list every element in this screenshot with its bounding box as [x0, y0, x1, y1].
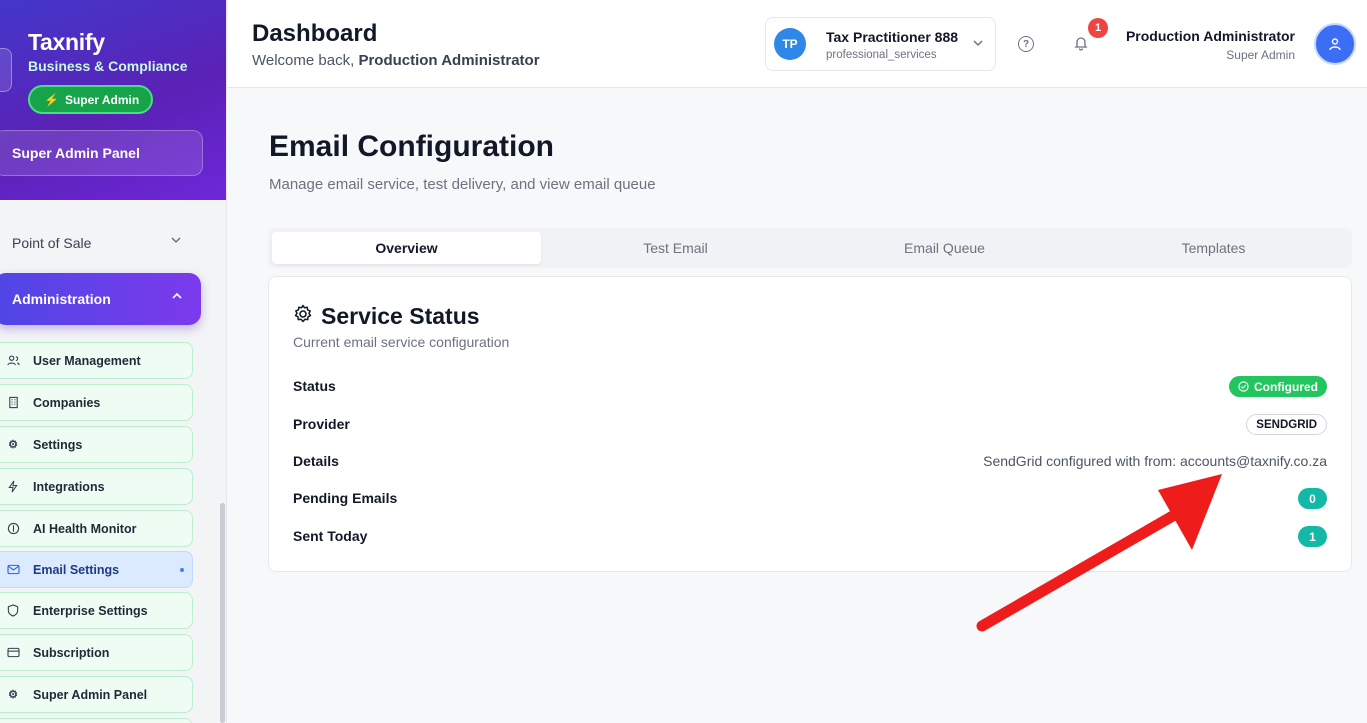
details-label: Details: [293, 453, 339, 469]
sidebar-item-label: Integrations: [33, 479, 105, 494]
provider-value: SENDGRID: [1246, 414, 1327, 435]
user-avatar[interactable]: [1314, 23, 1356, 65]
bell-icon[interactable]: [1073, 35, 1091, 53]
pending-emails-value: 0: [1298, 488, 1327, 509]
sidebar-item-label: Companies: [33, 395, 101, 410]
sidebar-item-integrations[interactable]: Integrations: [0, 468, 193, 505]
page-subtitle: Manage email service, test delivery, and…: [269, 176, 656, 193]
welcome-prefix: Welcome back,: [252, 52, 355, 69]
org-name: Tax Practitioner 888: [826, 29, 959, 45]
sidebar-item-enterprise-settings[interactable]: Enterprise Settings: [0, 592, 193, 629]
provider-badge: SENDGRID: [1246, 414, 1327, 435]
active-indicator: [180, 568, 184, 572]
gear-icon: [293, 303, 313, 330]
org-type: professional_services: [826, 49, 937, 61]
welcome-message: Welcome back, Production Administrator: [252, 52, 540, 69]
super-admin-panel-button[interactable]: Super Admin Panel: [0, 130, 203, 176]
bolt-icon: [5, 479, 21, 495]
sidebar-item-settings[interactable]: ⚙ Settings: [0, 426, 193, 463]
sidebar-item-label: AI Health Monitor: [33, 521, 137, 536]
sidebar-scrollbar[interactable]: [218, 200, 226, 723]
sidebar-item-user-management[interactable]: User Management: [0, 342, 193, 379]
sidebar-brand-area: Taxnify Business & Compliance ⚡ Super Ad…: [0, 0, 226, 200]
chevron-down-icon: [972, 37, 984, 52]
sent-today-value: 1: [1298, 526, 1327, 547]
tab-test-email[interactable]: Test Email: [541, 232, 810, 264]
sidebar-group-label: Administration: [12, 291, 111, 307]
user-icon: [1329, 38, 1341, 51]
organization-switcher[interactable]: TP Tax Practitioner 888 professional_ser…: [765, 17, 996, 71]
notification-count-badge: 1: [1088, 18, 1108, 38]
gear-icon: ⚙: [8, 689, 18, 701]
welcome-user-name: Production Administrator: [358, 52, 540, 69]
user-role: Super Admin: [1226, 48, 1295, 62]
configured-badge: Configured: [1229, 376, 1327, 397]
brand-subtitle: Business & Compliance: [28, 58, 188, 74]
sidebar-group-administration[interactable]: Administration: [0, 273, 201, 325]
card-title-text: Service Status: [321, 303, 480, 329]
pending-emails-label: Pending Emails: [293, 490, 398, 506]
provider-label: Provider: [293, 416, 350, 432]
health-icon: [5, 521, 21, 537]
status-value: Configured: [1229, 376, 1327, 397]
sidebar-item-label: Email Settings: [33, 562, 120, 577]
sidebar-item-label: Super Admin Panel: [33, 687, 148, 702]
tab-overview[interactable]: Overview: [272, 232, 541, 264]
gear-icon: ⚙: [8, 439, 18, 451]
help-icon[interactable]: ?: [1018, 36, 1034, 52]
sidebar-item-ai-health-monitor[interactable]: AI Health Monitor: [0, 510, 193, 547]
building-icon: [5, 395, 21, 411]
users-icon: [5, 353, 21, 369]
shield-icon: [5, 603, 21, 619]
logo-icon: [0, 48, 12, 92]
tab-bar: Overview Test Email Email Queue Template…: [268, 228, 1352, 268]
tab-email-queue[interactable]: Email Queue: [810, 232, 1079, 264]
header-title: Dashboard: [252, 20, 378, 47]
annotation-arrow: [976, 474, 1222, 632]
super-admin-badge: ⚡ Super Admin: [28, 85, 154, 114]
bolt-icon: ⚡: [44, 92, 59, 107]
card-subtitle: Current email service configuration: [293, 334, 510, 350]
tab-templates[interactable]: Templates: [1079, 232, 1348, 264]
sidebar-scrollbar-thumb[interactable]: [220, 503, 225, 723]
sidebar-item-label: User Management: [33, 353, 141, 368]
card-title: Service Status: [293, 303, 480, 330]
sidebar-item-partial[interactable]: [0, 718, 193, 723]
card-icon: [5, 645, 21, 661]
sidebar-group-point-of-sale[interactable]: Point of Sale: [0, 225, 200, 261]
top-header: Dashboard Welcome back, Production Admin…: [228, 0, 1367, 88]
mail-icon: [5, 562, 21, 578]
sidebar-item-companies[interactable]: Companies: [0, 384, 193, 421]
sidebar: Taxnify Business & Compliance ⚡ Super Ad…: [0, 0, 227, 723]
sidebar-item-label: Settings: [33, 437, 83, 452]
status-label: Status: [293, 378, 336, 394]
sidebar-group-label: Point of Sale: [12, 235, 92, 251]
sent-today-badge: 1: [1298, 526, 1327, 547]
sidebar-item-email-settings[interactable]: Email Settings: [0, 551, 193, 588]
user-name: Production Administrator: [1125, 28, 1295, 44]
sidebar-item-label: Subscription: [33, 645, 110, 660]
brand-name: Taxnify: [28, 29, 105, 55]
configured-badge-label: Configured: [1254, 379, 1318, 394]
page-title: Email Configuration: [269, 130, 554, 163]
super-admin-badge-label: Super Admin: [64, 92, 140, 107]
sent-today-label: Sent Today: [293, 528, 368, 544]
check-circle-icon: [1238, 381, 1249, 392]
org-avatar: TP: [774, 28, 806, 60]
sidebar-item-super-admin-panel[interactable]: ⚙ Super Admin Panel: [0, 676, 193, 713]
pending-emails-badge: 0: [1298, 488, 1327, 509]
chevron-down-icon: [170, 234, 182, 249]
sidebar-item-subscription[interactable]: Subscription: [0, 634, 193, 671]
sidebar-item-label: Enterprise Settings: [33, 603, 148, 618]
chevron-up-icon: [171, 290, 183, 305]
